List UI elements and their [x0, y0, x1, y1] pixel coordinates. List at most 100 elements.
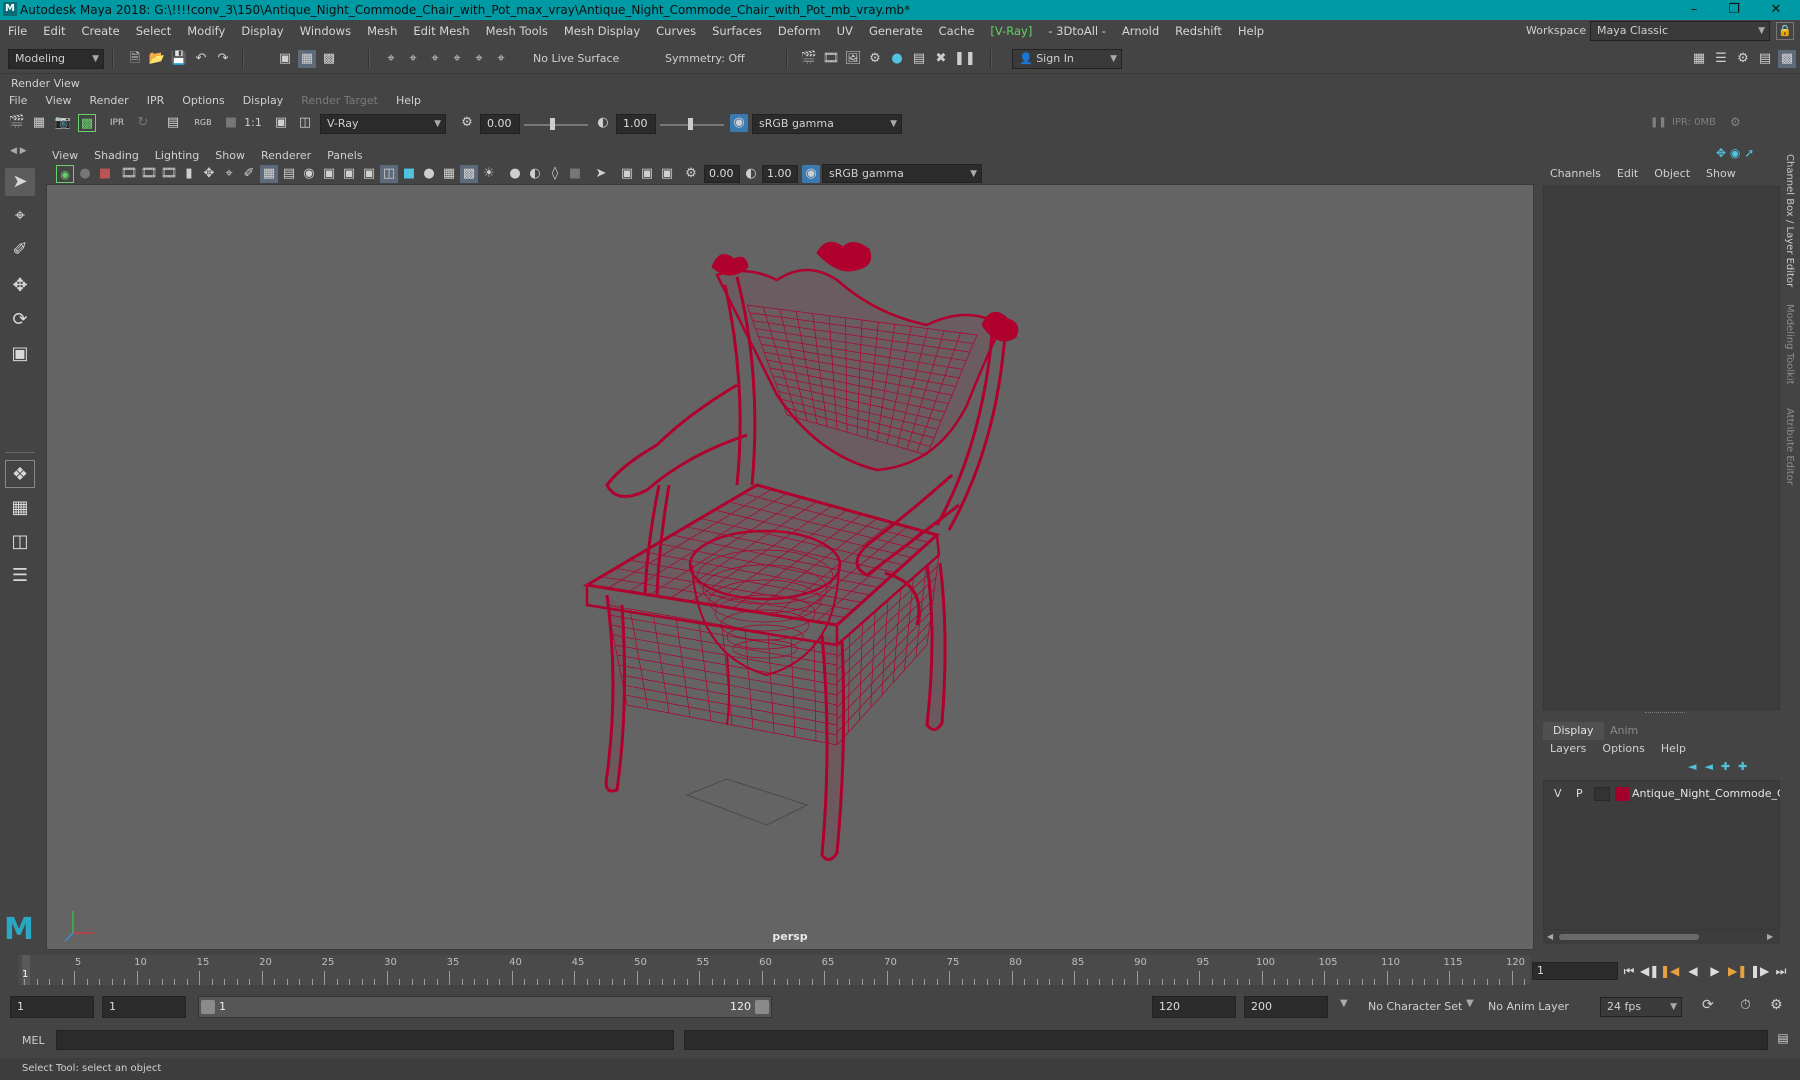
field-chart-icon[interactable]: ◉ [300, 165, 318, 183]
layer-playback-toggle[interactable]: P [1576, 787, 1583, 800]
tab-anim[interactable]: Anim [1600, 722, 1648, 740]
lasso-tool-icon[interactable]: ⌖ [5, 202, 35, 230]
menu-redshift[interactable]: Redshift [1167, 20, 1230, 42]
go-to-start-icon[interactable]: ⏮ [1620, 962, 1638, 980]
scroll-left-icon[interactable]: ◀ [1547, 932, 1553, 941]
rotate-manip-icon[interactable]: ◉ [1730, 146, 1740, 160]
snap-grid-icon[interactable]: ⌖ [382, 50, 400, 68]
vray-tools-icon[interactable]: ✖ [932, 50, 950, 68]
snap-surface-icon[interactable]: ⌖ [470, 50, 488, 68]
animation-start-field[interactable]: 1 [10, 996, 94, 1018]
viewport-exposure-field[interactable]: 0.00 [704, 165, 740, 183]
move-manip-icon[interactable]: ✥ [1716, 146, 1726, 160]
play-forwards-icon[interactable]: ▶ [1706, 962, 1724, 980]
go-to-end-icon[interactable]: ⏭ [1772, 962, 1790, 980]
anim-layer-icon[interactable]: ▼ [1466, 998, 1474, 1009]
wireframe-grid-icon[interactable]: ▦ [260, 165, 278, 183]
menu-mesh-tools[interactable]: Mesh Tools [478, 20, 556, 42]
backface-culling-icon[interactable]: ▣ [658, 165, 676, 183]
render-settings-icon[interactable]: ⚙ [866, 50, 884, 68]
snap-pivot-icon[interactable]: ⌖ [492, 50, 510, 68]
command-language-label[interactable]: MEL [22, 1034, 45, 1047]
new-layer-icon[interactable]: ✚ [1721, 760, 1738, 773]
playback-end-field[interactable]: 120 [1152, 996, 1236, 1018]
sign-in-button[interactable]: 👤 Sign In ▼ [1012, 49, 1122, 69]
menu-edit-mesh[interactable]: Edit Mesh [405, 20, 477, 42]
snapshot-icon[interactable]: 📷 [54, 114, 72, 132]
color-space-dropdown[interactable]: sRGB gamma ▼ [752, 114, 902, 134]
scale-manip-icon[interactable]: ➚ [1744, 146, 1754, 160]
menuset-dropdown[interactable]: Modeling ▼ [8, 49, 104, 69]
auto-key-icon[interactable]: ⏱ [1740, 997, 1751, 1013]
refresh-ipr-icon[interactable]: ↻ [134, 114, 152, 132]
region-icon[interactable]: ◫ [296, 114, 314, 132]
attribute-editor-tab[interactable]: Attribute Editor [1784, 408, 1795, 485]
wireframe-shading-icon[interactable]: ◫ [380, 165, 398, 183]
playback-start-field[interactable]: 1 [102, 996, 186, 1018]
snap-view-plane-icon[interactable]: ⌖ [448, 50, 466, 68]
modeling-toolkit-tab[interactable]: Modeling Toolkit [1784, 304, 1795, 385]
ambient-occlusion-icon[interactable]: ● [506, 165, 524, 183]
menu-arnold[interactable]: Arnold [1114, 20, 1167, 42]
chair-wireframe[interactable] [47, 185, 1534, 950]
play-backwards-icon[interactable]: ◀ [1684, 962, 1702, 980]
range-start-handle[interactable] [201, 1000, 215, 1014]
menu-create[interactable]: Create [74, 20, 128, 42]
keep-image-icon[interactable]: ▤ [164, 114, 182, 132]
command-input[interactable] [56, 1030, 674, 1050]
panel-menu-view[interactable]: View [44, 147, 86, 165]
resolution-gate-icon[interactable]: ✐ [240, 165, 258, 183]
panel-resize-handle[interactable] [1645, 712, 1685, 715]
rgb-channel-button[interactable]: RGB [194, 114, 212, 132]
isolate-select-icon[interactable]: ➤ [592, 165, 610, 183]
exposure-field[interactable]: 0.00 [480, 114, 520, 134]
undo-icon[interactable]: ↶ [192, 50, 210, 68]
paint-select-tool-icon[interactable]: ✐ [5, 236, 35, 264]
layer-editor-icon[interactable]: ▩ [1778, 50, 1796, 68]
xray-joints-icon[interactable]: ▣ [618, 165, 636, 183]
safe-action-icon[interactable]: ▣ [320, 165, 338, 183]
script-editor-icon[interactable]: ▤ [1774, 1031, 1792, 1049]
real-size-button[interactable]: 1:1 [244, 114, 262, 132]
channel-box-layer-editor-tab[interactable]: Channel Box / Layer Editor [1784, 154, 1795, 287]
persp-outliner-layout-icon[interactable]: ◫ [5, 528, 35, 556]
menu-3dtoall[interactable]: - 3DtoAll - [1040, 20, 1114, 42]
gamma-field[interactable]: 1.00 [616, 114, 656, 134]
ipr-icon[interactable]: ▩ [78, 114, 96, 132]
render-menu-file[interactable]: File [0, 92, 36, 110]
snap-curve-icon[interactable]: ⌖ [404, 50, 422, 68]
channel-box-icon[interactable]: ▤ [1756, 50, 1774, 68]
range-slider[interactable]: 1 120 [198, 996, 772, 1018]
close-button[interactable]: ✕ [1756, 0, 1796, 20]
menu-curves[interactable]: Curves [648, 20, 704, 42]
layer-menu-help[interactable]: Help [1653, 740, 1694, 758]
step-back-key-icon[interactable]: ❚◀ [1660, 962, 1679, 980]
grease-pencil-icon[interactable]: 🎞 [160, 165, 178, 183]
exposure-slider-handle[interactable] [550, 118, 555, 130]
open-scene-icon[interactable]: 📂 [148, 50, 166, 68]
bookmark-icon[interactable]: ▮ [180, 165, 198, 183]
layer-visibility-toggle[interactable]: V [1554, 787, 1562, 800]
lighting-icon[interactable]: ▩ [460, 165, 478, 183]
menu-edit[interactable]: Edit [35, 20, 73, 42]
layer-scroll-thumb[interactable] [1559, 934, 1699, 940]
step-forward-frame-icon[interactable]: ❚▶ [1750, 962, 1769, 980]
renderer-dropdown[interactable]: V-Ray ▼ [320, 114, 446, 134]
viewport-color-space-dropdown[interactable]: sRGB gamma ▼ [822, 164, 982, 183]
live-surface-field[interactable]: No Live Surface [526, 49, 622, 69]
menu-uv[interactable]: UV [829, 20, 861, 42]
render-view-icon[interactable]: 🎬 [800, 50, 818, 68]
select-tool-icon[interactable]: ➤ [5, 168, 35, 196]
render-region-icon[interactable]: ▦ [30, 114, 48, 132]
image-plane-icon[interactable]: 🎞 [120, 165, 138, 183]
layer-display-type-toggle[interactable] [1594, 787, 1610, 801]
xray-icon[interactable]: ▣ [360, 165, 378, 183]
smooth-shade-icon[interactable]: ■ [400, 165, 418, 183]
redo-render-icon[interactable]: 🎬 [8, 114, 26, 132]
pause-icon[interactable]: ❚❚ [954, 50, 976, 68]
camera-attributes-icon[interactable]: ● [76, 165, 94, 183]
panel-menu-panels[interactable]: Panels [319, 147, 370, 165]
layer-menu-options[interactable]: Options [1594, 740, 1652, 758]
exposure-slider[interactable] [524, 124, 588, 126]
layer-color-swatch[interactable] [1615, 787, 1629, 801]
